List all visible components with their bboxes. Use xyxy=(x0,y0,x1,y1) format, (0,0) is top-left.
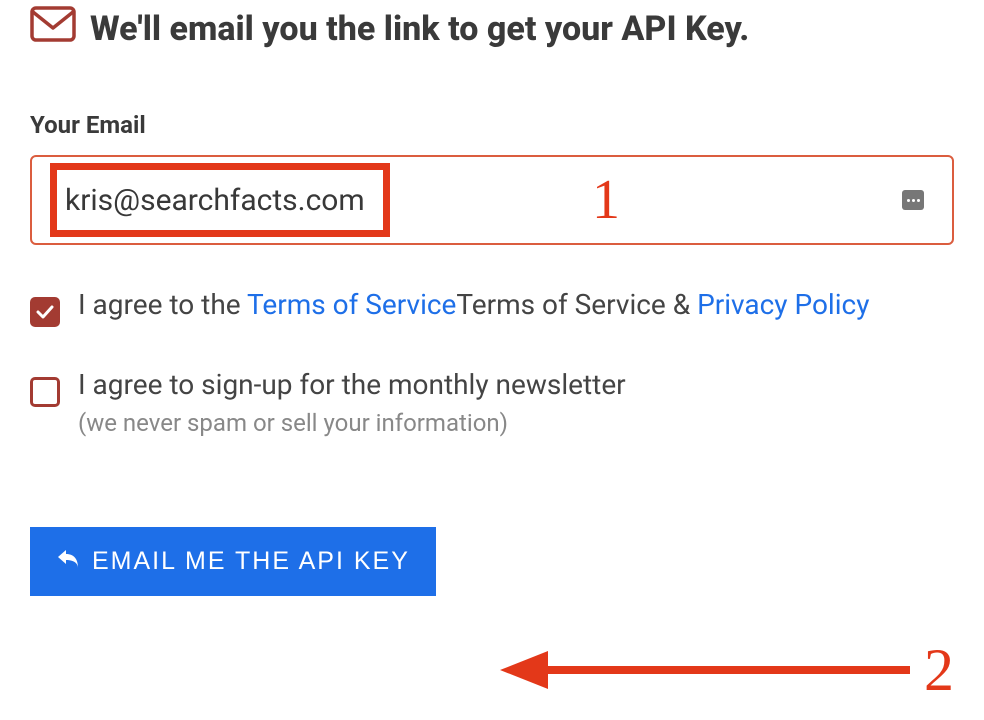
annotation-arrow: 2 xyxy=(500,640,960,700)
newsletter-subnote: (we never spam or sell your information) xyxy=(78,409,954,437)
annotation-step-2: 2 xyxy=(924,640,954,700)
annotation-step-1: 1 xyxy=(592,172,620,228)
email-value: kris@searchfacts.com xyxy=(65,183,365,218)
newsletter-checkbox[interactable] xyxy=(30,377,60,407)
terms-of-service-link[interactable]: Terms of Service xyxy=(247,288,456,321)
email-api-key-button-label: EMAIL ME THE API KEY xyxy=(92,547,410,576)
email-label: Your Email xyxy=(30,111,954,139)
terms-text: I agree to the Terms of ServiceTerms of … xyxy=(78,283,898,326)
terms-checkbox-row: I agree to the Terms of ServiceTerms of … xyxy=(30,283,954,327)
annotation-highlight-box: kris@searchfacts.com xyxy=(50,163,390,237)
terms-checkbox[interactable] xyxy=(30,297,60,327)
email-input[interactable]: kris@searchfacts.com 1 xyxy=(30,155,954,245)
newsletter-text: I agree to sign-up for the monthly newsl… xyxy=(78,363,898,406)
page-heading-text: We'll email you the link to get your API… xyxy=(90,9,749,49)
envelope-icon xyxy=(30,6,76,51)
reply-icon xyxy=(56,547,80,576)
privacy-policy-link[interactable]: Privacy Policy xyxy=(697,288,869,321)
newsletter-checkbox-row: I agree to sign-up for the monthly newsl… xyxy=(30,363,954,407)
email-api-key-button[interactable]: EMAIL ME THE API KEY xyxy=(30,527,436,596)
page-heading: We'll email you the link to get your API… xyxy=(30,0,954,51)
password-manager-icon[interactable] xyxy=(902,190,924,210)
